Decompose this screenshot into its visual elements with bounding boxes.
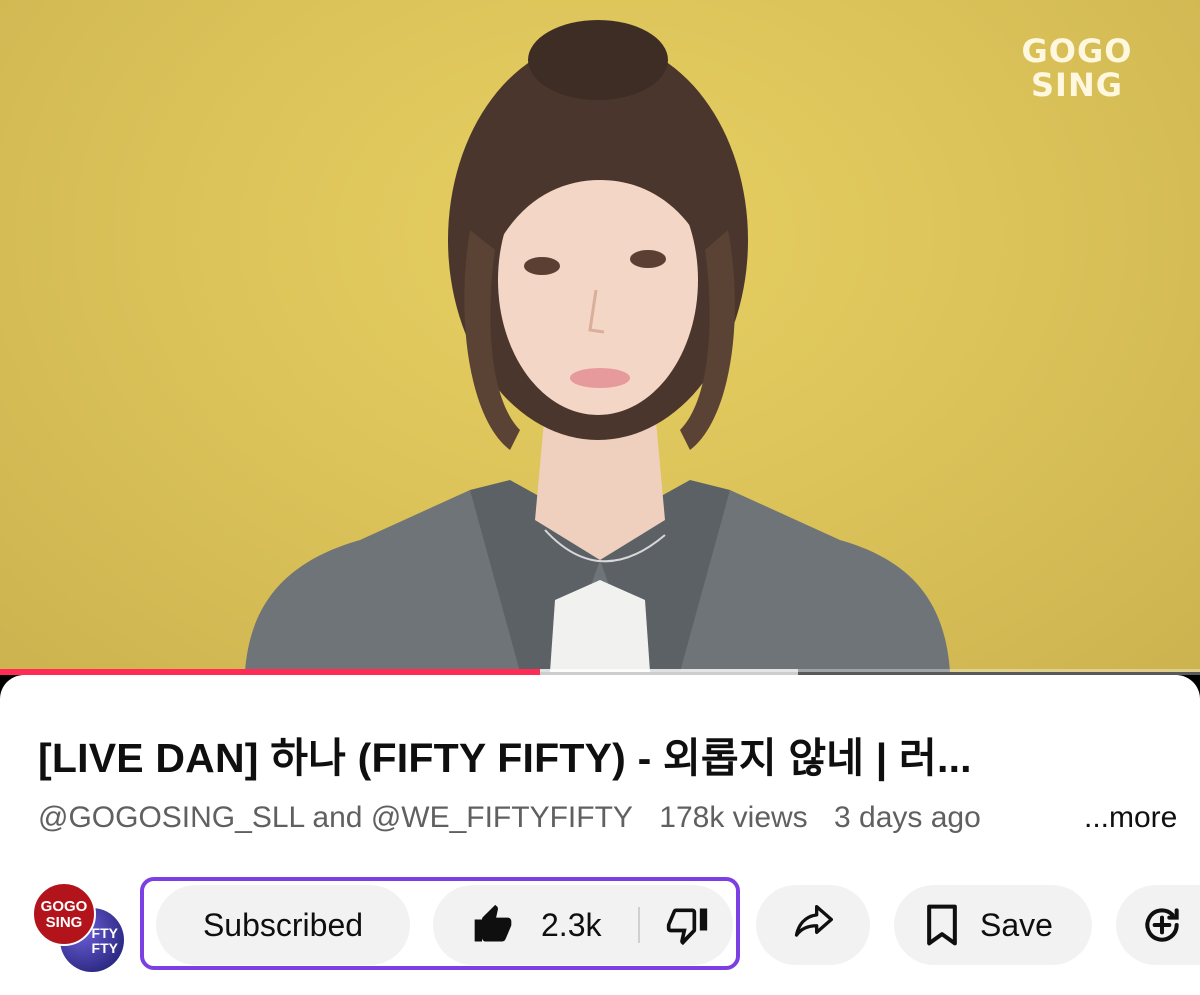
gogosing-channel-avatar[interactable]: GOGO SING <box>32 882 96 946</box>
gogosing-watermark-logo: GOGO SING <box>1021 32 1133 104</box>
view-count: 178k views <box>659 801 808 834</box>
video-player[interactable]: GOGO SING <box>0 0 1200 672</box>
clip-icon <box>1145 908 1179 942</box>
video-info-panel: [LIVE DAN] 하나 (FIFTY FIFTY) - 외롭지 않네 | 러… <box>0 675 1200 995</box>
video-metadata[interactable]: @GOGOSING_SLL and @WE_FIFTYFIFTY 178k vi… <box>38 801 1188 841</box>
youtube-watch-screen: GOGO SING [LIVE DAN] 하나 (FIFTY FIFTY) - … <box>0 0 1200 995</box>
video-title[interactable]: [LIVE DAN] 하나 (FIFTY FIFTY) - 외롭지 않네 | 러… <box>38 724 1168 784</box>
highlight-box <box>140 877 740 970</box>
save-label: Save <box>980 906 1053 943</box>
share-icon <box>794 905 833 937</box>
more-link[interactable]: ...more <box>1044 801 1178 835</box>
bookmark-icon <box>927 904 957 946</box>
share-button[interactable] <box>756 885 870 965</box>
save-button[interactable]: Save <box>894 885 1092 965</box>
channel-handles[interactable]: @GOGOSING_SLL and @WE_FIFTYFIFTY <box>38 801 633 834</box>
upload-age: 3 days ago <box>834 801 981 834</box>
clip-button[interactable] <box>1116 885 1200 965</box>
